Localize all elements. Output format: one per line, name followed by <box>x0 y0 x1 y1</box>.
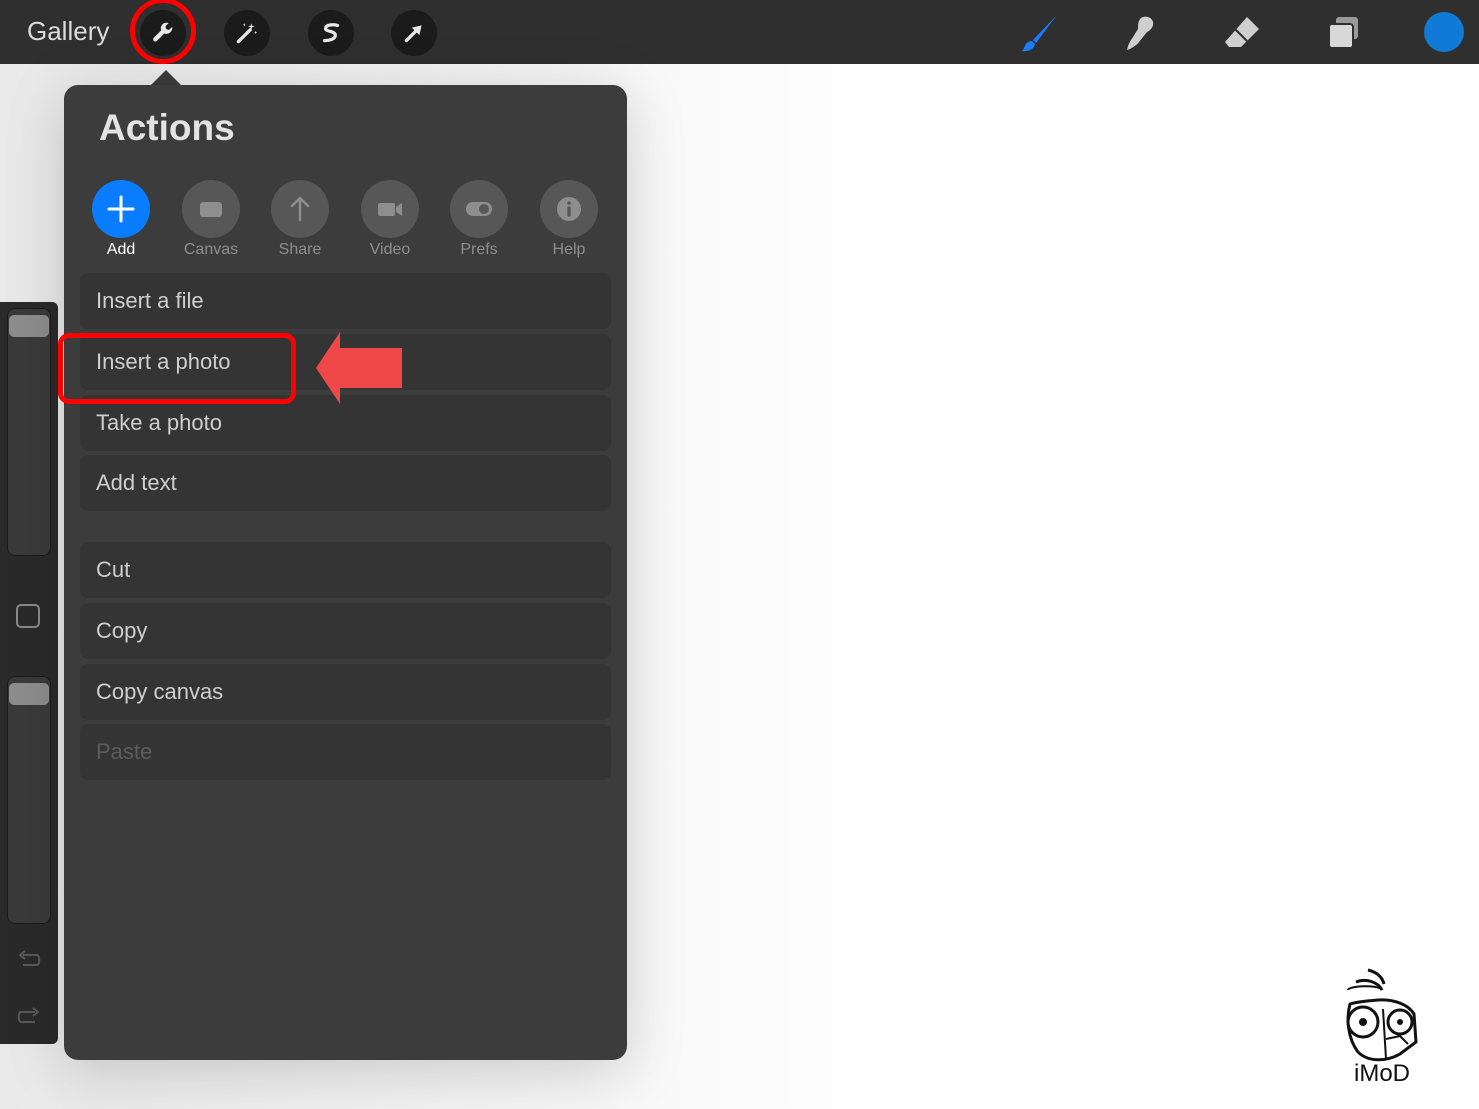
toggle-icon <box>466 202 492 216</box>
tab-canvas[interactable]: Canvas <box>171 180 251 259</box>
redo-icon[interactable] <box>15 1002 43 1030</box>
eraser-icon <box>1225 17 1259 47</box>
layers-icon <box>1328 17 1358 49</box>
brush-tool-button[interactable] <box>1017 10 1063 56</box>
take-photo-item[interactable]: Take a photo <box>80 395 611 451</box>
cut-item[interactable]: Cut <box>80 542 611 598</box>
smudge-tool-button[interactable] <box>1117 10 1163 56</box>
canvas-icon <box>200 202 222 217</box>
actions-button[interactable] <box>140 10 186 56</box>
tab-add[interactable]: Add <box>81 180 161 259</box>
gallery-link[interactable]: Gallery <box>27 16 109 47</box>
layers-tool-button[interactable] <box>1320 10 1366 56</box>
panel-title: Actions <box>99 107 235 148</box>
selection-icon <box>322 23 340 43</box>
copy-item[interactable]: Copy <box>80 603 611 659</box>
top-toolbar: Gallery <box>0 0 1479 64</box>
transform-arrow-icon <box>404 25 422 43</box>
adjustments-button[interactable] <box>224 10 270 56</box>
eraser-tool-button[interactable] <box>1219 10 1265 56</box>
magic-wand-icon <box>236 23 258 44</box>
copy-canvas-item[interactable]: Copy canvas <box>80 664 611 720</box>
tab-prefs[interactable]: Prefs <box>439 180 519 259</box>
paste-item: Paste <box>80 724 611 780</box>
selection-button[interactable] <box>308 10 354 56</box>
opacity-slider[interactable] <box>7 676 51 924</box>
video-camera-icon <box>378 203 402 216</box>
modify-button[interactable] <box>16 604 40 628</box>
wrench-icon <box>153 22 173 42</box>
brush-size-thumb[interactable] <box>9 315 49 337</box>
add-text-item[interactable]: Add text <box>80 455 611 511</box>
insert-file-item[interactable]: Insert a file <box>80 273 611 329</box>
share-arrow-icon <box>290 196 310 222</box>
undo-icon[interactable] <box>15 945 43 973</box>
brush-size-slider[interactable] <box>7 308 51 556</box>
panel-pointer <box>150 70 182 86</box>
tab-share[interactable]: Share <box>260 180 340 259</box>
transform-button[interactable] <box>391 10 437 56</box>
plus-icon <box>107 195 135 223</box>
color-picker-swatch[interactable] <box>1424 12 1464 52</box>
brush-icon <box>1021 15 1057 52</box>
smudge-icon <box>1127 16 1154 50</box>
opacity-thumb[interactable] <box>9 683 49 705</box>
insert-photo-item[interactable]: Insert a photo <box>80 334 611 390</box>
left-sidebar <box>0 302 58 1044</box>
actions-panel: Actions Add Canvas Share Video Prefs Hel… <box>64 85 627 1060</box>
tab-help[interactable]: Help <box>529 180 609 259</box>
watermark-text: iMoD <box>1354 1060 1411 1087</box>
tab-video[interactable]: Video <box>350 180 430 259</box>
info-icon <box>557 197 581 221</box>
